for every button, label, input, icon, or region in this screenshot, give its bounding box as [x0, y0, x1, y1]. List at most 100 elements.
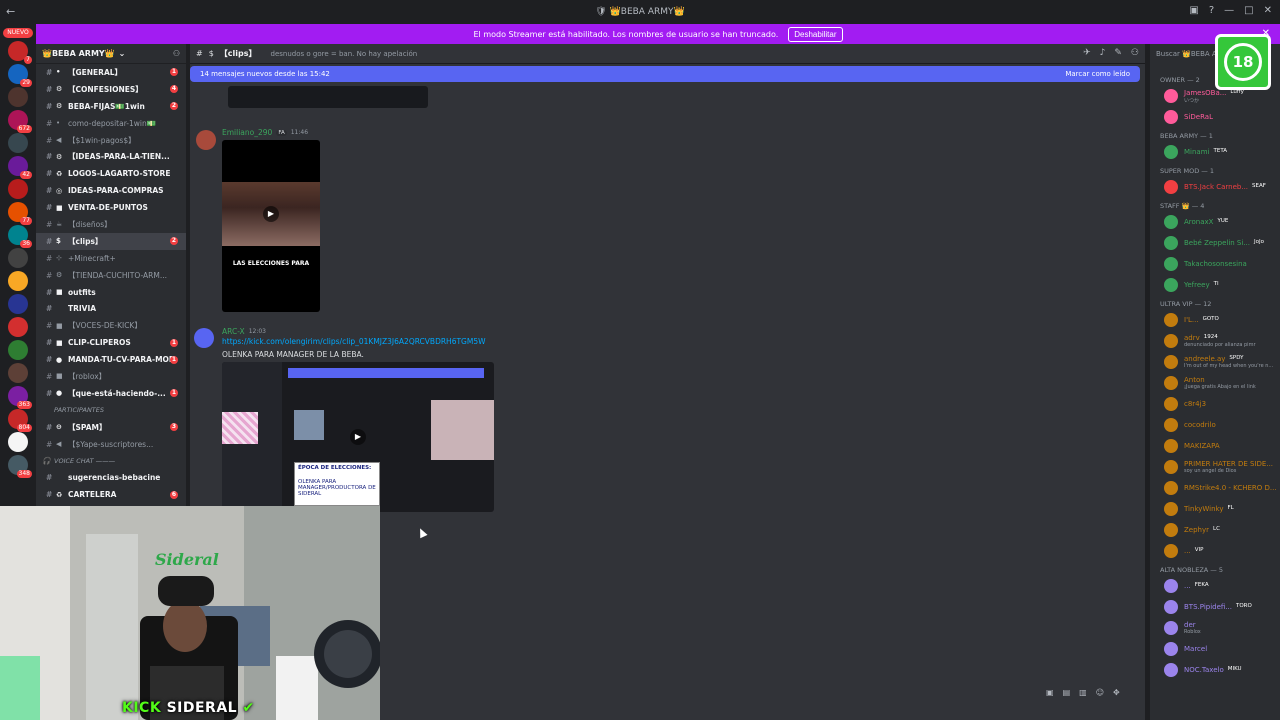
new-messages-bar[interactable]: 14 mensajes nuevos desde las 15:42 Marca…	[190, 66, 1140, 82]
member-item[interactable]: Yefreey TI	[1164, 275, 1219, 295]
channel-item[interactable]: # ■ outfits	[36, 284, 186, 301]
inbox-icon[interactable]: ▣	[1189, 5, 1198, 16]
channel-item[interactable]: # $ 【clips】 2	[36, 232, 186, 250]
video-embed[interactable]: ▶ LAS ELECCIONES PARA	[222, 140, 320, 312]
member-item[interactable]: BTS.Jack Carneb... SEAF	[1164, 177, 1266, 197]
server-icon[interactable]: 7	[8, 41, 32, 64]
channel-item[interactable]: 🎧 VOICE CHAT ———	[36, 452, 186, 469]
apps-icon[interactable]: ✥	[1113, 688, 1120, 697]
server-header[interactable]: 👑BEBA ARMY👑 ⌄ ⚇	[36, 44, 186, 64]
member-item[interactable]: I'L... GOTO	[1164, 310, 1219, 330]
member-item[interactable]: MAKIZAPA	[1164, 436, 1220, 456]
channel-item[interactable]: # ■ CLIP-CLIPEROS 1	[36, 334, 186, 351]
channel-item[interactable]: # ● MANDA-TU-CV-PARA-MOD 1	[36, 351, 186, 368]
gif-icon[interactable]: ▤	[1063, 688, 1071, 697]
member-item[interactable]: RMStrike4.0 - KCHERO D...	[1164, 478, 1277, 498]
server-icon[interactable]: 36	[8, 225, 32, 248]
minimize-icon[interactable]: —	[1224, 5, 1234, 16]
channel-item[interactable]: # ♻ CARTELERA 6	[36, 486, 186, 503]
member-item[interactable]: Takachosonsesina	[1164, 254, 1247, 274]
member-item[interactable]: TinkyWinky FL	[1164, 499, 1234, 519]
server-icon[interactable]	[8, 133, 28, 153]
member-item[interactable]: cocodrilo	[1164, 415, 1216, 435]
member-item[interactable]: SiDeRaL	[1164, 107, 1213, 127]
threads-icon[interactable]: ✈	[1083, 48, 1091, 58]
server-icon[interactable]	[8, 432, 28, 452]
previous-embed-thumb[interactable]	[228, 86, 428, 108]
gift-icon[interactable]: ▣	[1046, 688, 1054, 697]
member-item[interactable]: Bebé Zeppelin Si... JoJo	[1164, 233, 1264, 253]
mark-read-button[interactable]: Marcar como leído	[1065, 70, 1130, 78]
member-item[interactable]: NOC.Taxelo MIKU	[1164, 660, 1242, 680]
server-icon[interactable]	[8, 294, 28, 314]
members-icon[interactable]: ⚇	[1131, 48, 1139, 58]
channel-item[interactable]: # ■ 【roblox】	[36, 368, 186, 385]
server-icon[interactable]	[8, 87, 28, 107]
channel-item[interactable]: # ◎ IDEAS-PARA-COMPRAS	[36, 182, 186, 199]
channel-item[interactable]: # ☕ 【diseños】	[36, 216, 186, 233]
disable-streamer-button[interactable]: Deshabilitar	[788, 26, 843, 42]
channel-item[interactable]: PARTICIPANTES	[36, 402, 186, 419]
member-item[interactable]: der Roblox	[1164, 618, 1201, 638]
channel-item[interactable]: # ♻ LOGOS-LAGARTO-STORE	[36, 165, 186, 182]
sticker-icon[interactable]: ▥	[1079, 688, 1087, 697]
avatar[interactable]	[196, 130, 216, 150]
member-item[interactable]: c8r4j3	[1164, 394, 1206, 414]
server-icon[interactable]	[8, 248, 28, 268]
channel-item[interactable]: # • 【GENERAL】 1	[36, 64, 186, 81]
clip-embed[interactable]: ▶ ÉPOCA DE ELECCIONES: OLENKA PARA MANAG…	[222, 362, 494, 512]
author-name[interactable]: ARC-X	[222, 327, 245, 336]
member-item[interactable]: BTS.Pipidefi... TORO	[1164, 597, 1252, 617]
channel-item[interactable]: # ◀ 【$Yape-suscriptores...	[36, 436, 186, 453]
clip-link[interactable]: https://kick.com/olengirim/clips/clip_01…	[222, 337, 486, 346]
channel-item[interactable]: # ⊹ +Minecraft+	[36, 250, 186, 267]
server-icon[interactable]	[8, 340, 28, 360]
emoji-icon[interactable]: ☺	[1096, 688, 1104, 697]
channel-item[interactable]: # TRIVIA	[36, 300, 186, 317]
hash-icon: #	[46, 253, 53, 263]
play-icon[interactable]: ▶	[263, 206, 279, 222]
member-item[interactable]: Marcel	[1164, 639, 1207, 659]
bell-icon[interactable]: ♪	[1100, 48, 1106, 58]
close-window-icon[interactable]: ✕	[1264, 5, 1272, 16]
maximize-icon[interactable]: □	[1244, 5, 1253, 16]
avatar[interactable]	[194, 328, 214, 348]
channel-item[interactable]: # sugerencias-bebacine	[36, 469, 186, 486]
play-icon[interactable]: ▶	[350, 429, 366, 445]
member-item[interactable]: adrv 1924 denunciado por alianza pimr	[1164, 331, 1256, 351]
server-icon[interactable]	[8, 317, 28, 337]
member-item[interactable]: PRIMER HATER DE SIDE... soy un angel de D…	[1164, 457, 1273, 477]
add-member-icon[interactable]: ⚇	[173, 49, 180, 58]
channel-item[interactable]: # ◀ 【$1win-pagos$】	[36, 132, 186, 149]
pin-icon[interactable]: ✎	[1114, 48, 1122, 58]
server-icon[interactable]: 672	[8, 110, 32, 133]
channel-item[interactable]: # ⚙ 【IDEAS-PARA-LA-TIEN...	[36, 148, 186, 165]
help-icon[interactable]: ?	[1209, 5, 1214, 16]
channel-item[interactable]: # • como-depositar-1win💵	[36, 115, 186, 132]
server-icon[interactable]	[8, 363, 28, 383]
channel-item[interactable]: # ⚙ BEBA-FIJAS💵1win 2	[36, 98, 186, 115]
server-icon[interactable]: 348	[8, 455, 32, 478]
server-icon[interactable]	[8, 271, 28, 291]
member-item[interactable]: Minami TETA	[1164, 142, 1227, 162]
server-icon[interactable]: 363	[8, 386, 32, 409]
channel-item[interactable]: # ⚙ 【TIENDA-CUCHITO-ARM...	[36, 267, 186, 284]
channel-item[interactable]: # ■ 【VOCES-DE-KICK】	[36, 317, 186, 334]
member-item[interactable]: ... VIP	[1164, 541, 1203, 561]
server-icon[interactable]: 29	[8, 64, 32, 87]
member-item[interactable]: AronaxX YUE	[1164, 212, 1228, 232]
member-item[interactable]: ... FEKA	[1164, 576, 1209, 596]
member-item[interactable]: andreele.ay SPDY I'm out of my head when y…	[1164, 352, 1273, 372]
server-icon[interactable]	[8, 179, 28, 199]
server-icon[interactable]: 42	[8, 156, 32, 179]
server-icon[interactable]: 77	[8, 202, 32, 225]
channel-item[interactable]: # ⊖ 【SPAM】 3	[36, 419, 186, 436]
channel-item[interactable]: # ● 【que-está-haciendo-... 1	[36, 385, 186, 402]
server-icon[interactable]: 804	[8, 409, 32, 432]
channel-item[interactable]: # ⚙ 【CONFESIONES】 4	[36, 81, 186, 98]
channel-item[interactable]: # ■ VENTA-DE-PUNTOS	[36, 199, 186, 216]
member-item[interactable]: Anton ¡Juega gratis Abajo en el link	[1164, 373, 1256, 393]
author-name[interactable]: Emiliano_290	[222, 128, 272, 137]
member-item[interactable]: Zephyr LC	[1164, 520, 1220, 540]
channel-topic[interactable]: desnudos o gore = ban. No hay apelación	[271, 50, 418, 58]
